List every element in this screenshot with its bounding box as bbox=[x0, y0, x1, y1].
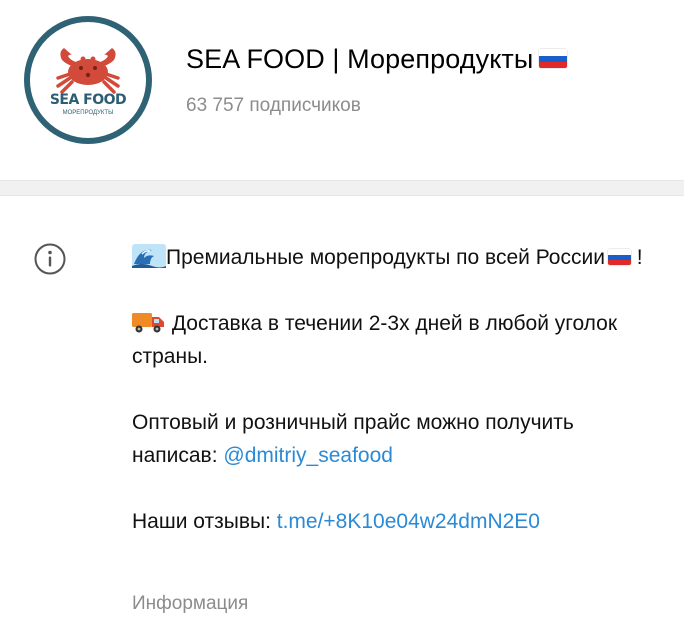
description-line-1-end: ! bbox=[630, 246, 643, 269]
channel-avatar[interactable]: SEA FOOD МОРЕПРОДУКТЫ bbox=[24, 16, 152, 144]
description-paragraph-2: Доставка в течении 2-3х дней в любой уго… bbox=[132, 307, 652, 373]
russia-flag-icon bbox=[539, 49, 568, 69]
wave-emoji-icon bbox=[132, 244, 166, 269]
info-label: Информация bbox=[132, 593, 249, 614]
russia-flag-icon bbox=[607, 249, 631, 266]
channel-description: Премиальные морепродукты по всей России … bbox=[132, 241, 652, 538]
description-line-1: Премиальные морепродукты по всей России bbox=[166, 246, 605, 269]
avatar-logo-subtext: МОРЕПРОДУКТЫ bbox=[62, 110, 114, 116]
section-divider bbox=[0, 180, 684, 196]
truck-emoji-icon bbox=[132, 313, 164, 333]
crab-icon bbox=[56, 48, 120, 94]
description-paragraph-4: Наши отзывы: t.me/+8K10e04w24dmN2E0 bbox=[132, 505, 652, 538]
subscriber-count: 63 757 подписчиков bbox=[186, 95, 361, 116]
channel-title-text: SEA FOOD | Морепродукты bbox=[186, 44, 534, 74]
contact-username-link[interactable]: @dmitriy_seafood bbox=[223, 444, 393, 467]
avatar-logo-text: SEA FOOD bbox=[49, 92, 127, 108]
channel-header: SEA FOOD МОРЕПРОДУКТЫ SEA FOOD | Морепро… bbox=[0, 0, 684, 180]
channel-title: SEA FOOD | Морепродукты bbox=[186, 44, 568, 75]
description-paragraph-1: Премиальные морепродукты по всей России … bbox=[132, 241, 652, 274]
description-paragraph-3: Оптовый и розничный прайс можно получить… bbox=[132, 406, 652, 472]
info-icon bbox=[34, 243, 66, 275]
description-line-2: Доставка в течении 2-3х дней в любой уго… bbox=[132, 312, 618, 368]
description-line-4: Наши отзывы: bbox=[132, 510, 277, 533]
reviews-link[interactable]: t.me/+8K10e04w24dmN2E0 bbox=[277, 510, 540, 533]
